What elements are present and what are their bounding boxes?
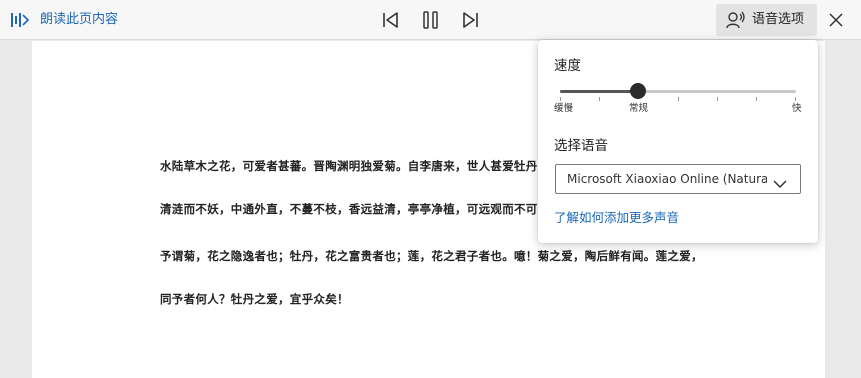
speed-label-slow: 缓慢 [554,103,574,114]
read-aloud-icon[interactable] [11,12,30,28]
voice-select-value: Microsoft Xiaoxiao Online (Natural) - Ch… [567,172,767,186]
speed-tick [717,97,718,101]
chevron-down-icon [773,174,787,189]
speed-title: 速度 [554,58,581,74]
speed-tick [795,97,796,101]
voice-options-button[interactable]: 语音选项 [716,4,817,36]
previous-track-icon[interactable] [380,9,402,31]
next-track-icon[interactable] [460,9,482,31]
voice-select[interactable]: Microsoft Xiaoxiao Online (Natural) - Ch… [555,164,801,194]
add-more-voices-link[interactable]: 了解如何添加更多声音 [554,210,679,226]
speed-label-normal: 常规 [629,103,649,114]
speed-slider-thumb[interactable] [630,83,646,99]
read-aloud-label[interactable]: 朗读此页内容 [40,11,118,29]
speed-tick [560,97,561,101]
paragraph: 清涟而不妖，中通外直，不蔓不枝，香远益清，亭亭净植，可远观而不可 [160,202,538,216]
language-title: 选择语音 [554,138,608,154]
speed-tick [599,97,600,101]
close-icon[interactable] [826,10,846,30]
paragraph: 同予者何人？牡丹之爱，宜乎众矣！ [160,292,349,306]
pause-icon[interactable] [420,9,442,31]
speed-slider[interactable] [560,83,796,101]
speed-tick [756,97,757,101]
voice-options-icon [726,11,746,29]
paragraph: 予谓菊，花之隐逸者也；牡丹，花之富贵者也；莲，花之君子者也。噫！菊之爱，陶后鲜有… [160,249,703,263]
paragraph: 水陆草木之花，可爱者甚蕃。晋陶渊明独爱菊。自李唐来，世人甚爱牡丹 [160,159,538,173]
voice-options-label: 语音选项 [752,12,805,27]
read-aloud-toolbar: 朗读此页内容 语音选项 [0,0,861,40]
speed-slider-fill [560,90,638,93]
voice-options-panel: 速度 缓慢 常规 快 选择语音 Microsoft Xiaoxiao Onlin… [538,40,818,243]
speed-label-fast: 快 [792,103,802,114]
speed-tick [678,97,679,101]
